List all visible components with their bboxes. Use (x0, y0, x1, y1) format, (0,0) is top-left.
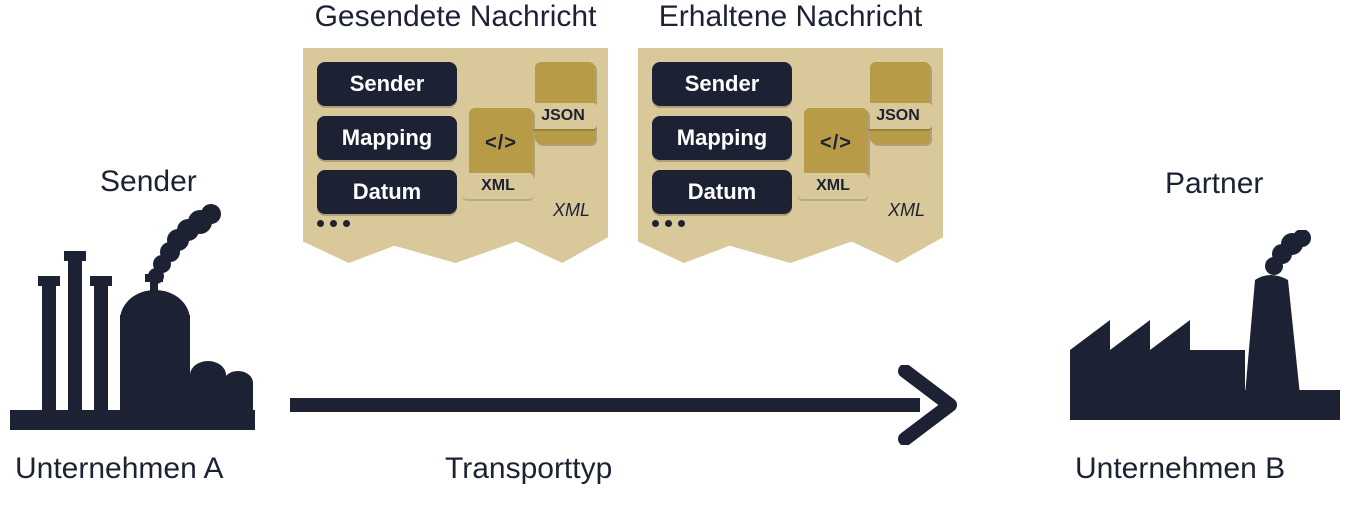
transport-type-label: Transporttyp (445, 452, 612, 486)
field-pill: Sender (652, 62, 792, 106)
field-pill: Sender (317, 62, 457, 106)
xml-doc-icon: </> (804, 108, 868, 178)
received-message-card: Sender Mapping Datum JSON </> XML XML (638, 48, 943, 263)
company-b-name: Unternehmen B (1075, 452, 1285, 486)
received-message-title: Erhaltene Nachricht (638, 0, 943, 34)
xml-doc-icon: </> (469, 108, 533, 178)
field-pill: Datum (652, 170, 792, 214)
sender-role-label: Sender (100, 165, 197, 199)
xml-badge: XML (798, 173, 868, 199)
ellipsis-icon (652, 220, 685, 227)
partner-role-label: Partner (1165, 167, 1263, 201)
card-format-label: XML (888, 200, 925, 221)
xml-badge: XML (463, 173, 533, 199)
json-badge: JSON (529, 103, 597, 129)
factory-b-icon (1070, 230, 1340, 430)
ellipsis-icon (317, 220, 350, 227)
factory-a-icon (10, 200, 255, 430)
field-pill: Mapping (652, 116, 792, 160)
card-format-label: XML (553, 200, 590, 221)
company-a-name: Unternehmen A (15, 452, 223, 486)
sent-message-title: Gesendete Nachricht (303, 0, 608, 34)
transport-arrow-icon (290, 365, 960, 445)
sent-message-card: Sender Mapping Datum JSON </> XML XML (303, 48, 608, 263)
json-badge: JSON (864, 103, 932, 129)
field-pill: Mapping (317, 116, 457, 160)
field-pill: Datum (317, 170, 457, 214)
